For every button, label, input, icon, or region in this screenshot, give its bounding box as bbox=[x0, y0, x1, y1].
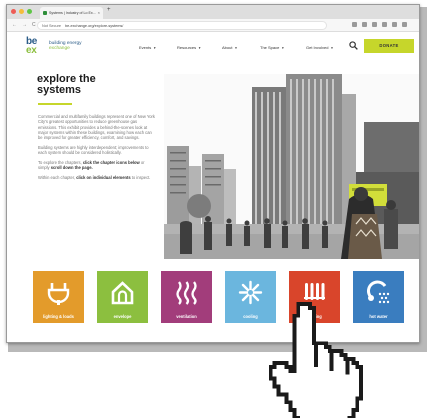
search-icon[interactable] bbox=[349, 41, 358, 50]
intro-paragraph: Commercial and multifamily buildings rep… bbox=[38, 114, 155, 141]
tile-label: envelope bbox=[113, 314, 132, 319]
extension-icon[interactable] bbox=[372, 22, 377, 27]
hero-section: explore the systems Commercial and multi… bbox=[7, 62, 419, 262]
extension-icon[interactable] bbox=[382, 22, 387, 27]
site-logo[interactable]: be ex bbox=[26, 37, 44, 56]
main-nav: Events ▼ Resources ▼ About ▼ The Space ▼ Get… bbox=[139, 45, 346, 50]
text-run-bold: click the chapter icons below bbox=[82, 160, 140, 166]
tile-ventilation[interactable]: ventilation bbox=[161, 271, 212, 323]
airflow-icon bbox=[176, 281, 197, 305]
new-tab-icon[interactable]: + bbox=[107, 7, 111, 13]
intro-paragraph: Within each chapter, click on individual… bbox=[38, 175, 156, 180]
text-run: to inspect. bbox=[130, 175, 151, 181]
text-run: Within each chapter, bbox=[38, 175, 77, 181]
nav-get-involved[interactable]: Get Involved ▼ bbox=[306, 45, 346, 50]
page-title: explore the systems bbox=[37, 74, 157, 96]
chevron-down-icon: ▼ bbox=[281, 46, 285, 50]
title-line-2: systems bbox=[37, 84, 82, 96]
favicon-icon bbox=[43, 10, 47, 15]
text-run: To explore the chapters, bbox=[38, 160, 83, 166]
nav-resources[interactable]: Resources ▼ bbox=[177, 45, 222, 50]
text-run-bold: click on individual elements bbox=[76, 175, 131, 181]
close-window-button[interactable] bbox=[11, 9, 16, 14]
nav-label: Resources bbox=[177, 45, 197, 50]
tab-close-icon[interactable]: × bbox=[98, 10, 100, 15]
nav-about[interactable]: About ▼ bbox=[222, 45, 260, 50]
title-underline bbox=[38, 103, 72, 105]
extension-icon[interactable] bbox=[402, 22, 407, 27]
nav-events[interactable]: Events ▼ bbox=[139, 45, 177, 50]
address-bar: ← → C Not Secure be-exchange.org/explore… bbox=[7, 19, 419, 32]
browser-window: Systems | Industry of Lo Ex... × + ← → C… bbox=[6, 4, 420, 343]
nav-buttons: ← → C bbox=[12, 22, 36, 28]
logo-wordmark[interactable]: building energy exchange bbox=[49, 41, 82, 52]
nav-label: The Space bbox=[260, 45, 280, 50]
chevron-down-icon: ▼ bbox=[153, 46, 157, 50]
tile-lighting-loads[interactable]: lighting & loads bbox=[33, 271, 84, 323]
nav-the-space[interactable]: The Space ▼ bbox=[260, 45, 306, 50]
forward-icon[interactable]: → bbox=[22, 22, 27, 28]
security-status: Not Secure bbox=[42, 24, 61, 28]
url-text: be-exchange.org/explore-systems/ bbox=[65, 24, 124, 28]
chevron-down-icon: ▼ bbox=[198, 46, 202, 50]
chevron-down-icon: ▼ bbox=[330, 46, 334, 50]
donate-button[interactable]: DONATE bbox=[364, 39, 414, 53]
maximize-window-button[interactable] bbox=[27, 9, 32, 14]
extension-icon[interactable] bbox=[392, 22, 397, 27]
logo-line-2: exchange bbox=[49, 46, 70, 52]
extension-icon[interactable] bbox=[362, 22, 367, 27]
nav-label: About bbox=[222, 45, 233, 50]
text-run-bold: scroll down the page. bbox=[50, 165, 93, 171]
extension-icon[interactable] bbox=[352, 22, 357, 27]
browser-tab[interactable]: Systems | Industry of Lo Ex... × bbox=[40, 7, 103, 19]
site-header: be ex building energy exchange Events ▼ R… bbox=[7, 32, 419, 62]
logo-ex: ex bbox=[26, 45, 37, 56]
extension-icons bbox=[352, 22, 407, 27]
minimize-window-button[interactable] bbox=[19, 9, 24, 14]
city-plaza-image bbox=[164, 74, 419, 259]
back-icon[interactable]: ← bbox=[12, 22, 17, 28]
tile-envelope[interactable]: envelope bbox=[97, 271, 148, 323]
reload-icon[interactable]: C bbox=[32, 22, 36, 28]
url-field[interactable]: Not Secure be-exchange.org/explore-syste… bbox=[37, 21, 327, 30]
tab-bar: Systems | Industry of Lo Ex... × + bbox=[7, 5, 419, 19]
tile-label: lighting & loads bbox=[43, 314, 74, 319]
intro-paragraph: Building systems are highly interdepende… bbox=[38, 144, 149, 156]
chevron-down-icon: ▼ bbox=[234, 46, 238, 50]
house-icon bbox=[111, 281, 134, 305]
intro-paragraph: To explore the chapters, click the chapt… bbox=[38, 160, 156, 171]
tile-label: ventilation bbox=[176, 314, 197, 319]
plug-icon bbox=[47, 283, 70, 305]
hand-pointer-icon bbox=[268, 301, 364, 418]
intro-text: Commercial and multifamily buildings rep… bbox=[38, 114, 156, 185]
tab-title: Systems | Industry of Lo Ex... bbox=[49, 11, 96, 15]
nav-label: Events bbox=[139, 45, 152, 50]
screenshot-stage: Systems | Industry of Lo Ex... × + ← → C… bbox=[0, 0, 429, 420]
nav-label: Get Involved bbox=[306, 45, 329, 50]
window-controls bbox=[11, 9, 32, 14]
